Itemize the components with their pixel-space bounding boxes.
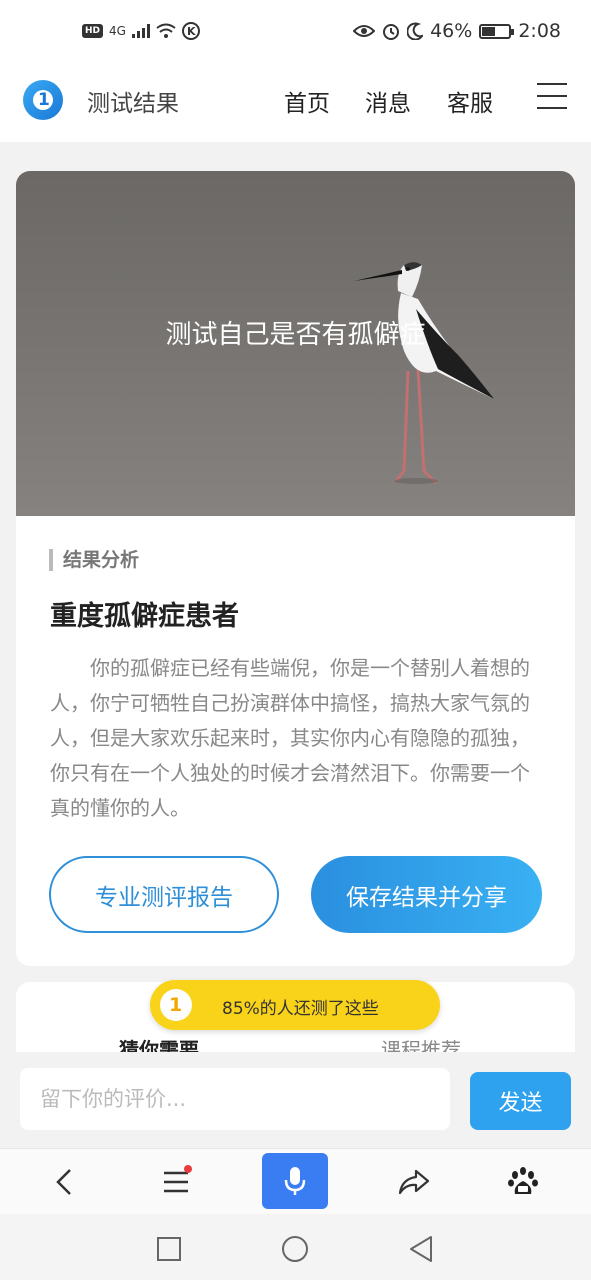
home-icon[interactable] — [275, 1232, 315, 1266]
send-button[interactable]: 发送 — [470, 1072, 571, 1130]
system-back-icon[interactable] — [401, 1232, 441, 1266]
share-icon[interactable] — [384, 1157, 444, 1207]
logo-mark: 1 — [33, 90, 53, 110]
notification-dot — [184, 1165, 192, 1173]
menu-list-icon[interactable] — [146, 1157, 206, 1207]
battery-percent: 46% — [430, 20, 473, 42]
status-left: HD 4G K — [82, 22, 200, 40]
result-description: 你的孤僻症已经有些端倪，你是一个替别人着想的人，你宁可牺牲自己扮演群体中搞怪，搞… — [50, 656, 530, 820]
top-nav: 1 测试结果 首页 消息 客服 — [0, 64, 591, 142]
baidu-paw-icon[interactable] — [493, 1157, 553, 1207]
nav-link-home[interactable]: 首页 — [284, 84, 330, 118]
logo-icon[interactable]: 1 — [23, 80, 63, 120]
hero-title: 测试自己是否有孤僻症 — [165, 320, 426, 350]
network-label: 4G — [109, 24, 126, 38]
clock: 2:08 — [518, 20, 561, 42]
status-right: 46% 2:08 — [353, 20, 561, 42]
eye-icon — [353, 25, 376, 37]
banner-glyph: 1 — [169, 994, 183, 1016]
comment-bar: 发送 — [0, 1052, 591, 1148]
nav-link-messages[interactable]: 消息 — [365, 84, 411, 118]
browser-toolbar — [0, 1148, 591, 1214]
logo-glyph: 1 — [38, 90, 50, 110]
result-card: 测试自己是否有孤僻症 结果分析 重度孤僻症患者 你的孤僻症已经有些端倪，你是一个… — [16, 171, 575, 966]
mic-button[interactable] — [262, 1153, 328, 1209]
recents-icon[interactable] — [149, 1232, 189, 1266]
section-label: 结果分析 — [49, 549, 139, 571]
mic-icon — [284, 1167, 306, 1195]
status-bar: HD 4G K 46% 2:08 — [0, 0, 591, 64]
page-title: 测试结果 — [87, 91, 179, 117]
nav-link-service[interactable]: 客服 — [447, 84, 493, 118]
bird-image — [354, 262, 494, 485]
result-title: 重度孤僻症患者 — [50, 601, 239, 632]
signal-icon — [131, 24, 150, 38]
system-nav-bar — [0, 1214, 591, 1280]
report-button[interactable]: 专业测评报告 — [49, 856, 279, 933]
battery-fill — [482, 26, 496, 36]
svg-text:K: K — [187, 25, 196, 38]
moon-icon — [407, 22, 424, 40]
banner-logo-icon: 1 — [160, 989, 192, 1021]
hd-badge: HD — [82, 24, 104, 38]
back-icon[interactable] — [34, 1157, 94, 1207]
wifi-icon — [156, 23, 176, 38]
recommend-banner[interactable]: 1 85%的人还测了这些 — [150, 980, 440, 1030]
k-app-icon: K — [181, 22, 200, 40]
comment-input[interactable] — [20, 1068, 450, 1130]
banner-text: 85%的人还测了这些 — [222, 999, 379, 1019]
battery-icon — [479, 23, 515, 39]
save-share-button[interactable]: 保存结果并分享 — [311, 856, 542, 933]
hero-image: 测试自己是否有孤僻症 — [16, 171, 575, 516]
alarm-icon — [383, 24, 400, 40]
menu-icon[interactable] — [537, 83, 567, 111]
